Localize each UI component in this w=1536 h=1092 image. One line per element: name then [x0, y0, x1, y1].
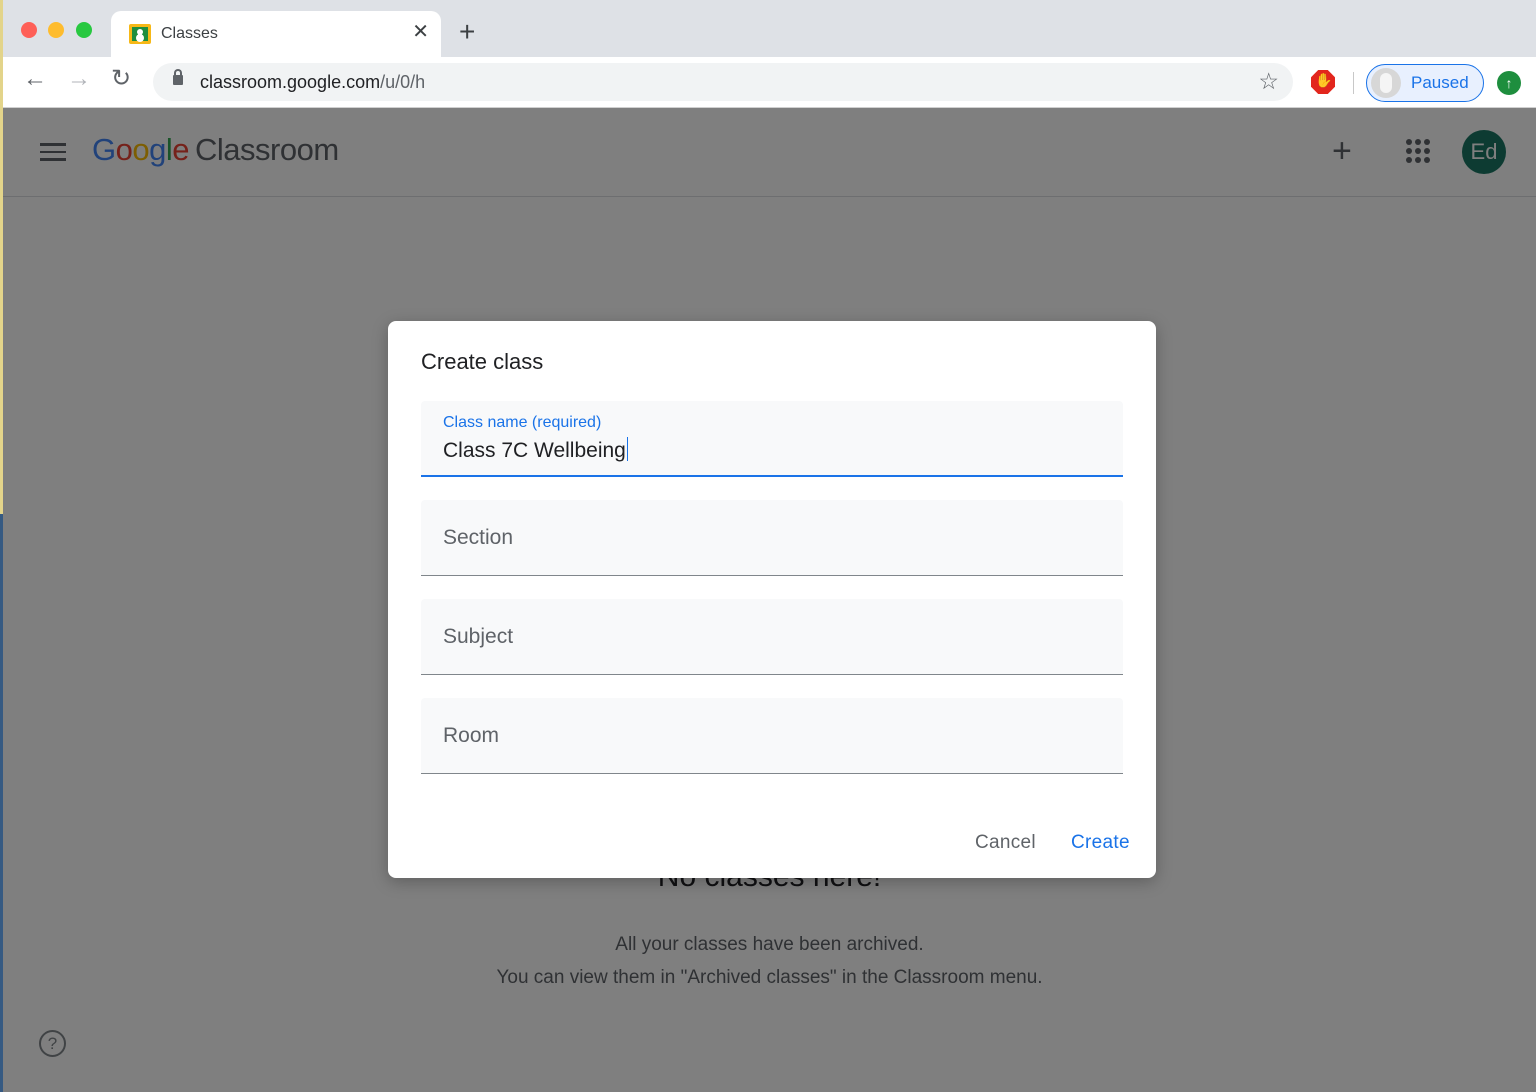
subject-placeholder: Subject: [443, 625, 514, 648]
close-window-button[interactable]: [21, 22, 37, 38]
tab-classes[interactable]: Classes ✕: [111, 11, 441, 57]
bookmark-star-icon[interactable]: ☆: [1258, 68, 1279, 95]
class-name-value: Class 7C Wellbeing: [443, 439, 626, 462]
address-bar[interactable]: classroom.google.com/u/0/h ☆: [153, 63, 1293, 101]
room-placeholder: Room: [443, 724, 500, 747]
section-placeholder: Section: [443, 526, 514, 549]
subject-field[interactable]: Subject: [421, 599, 1123, 675]
create-button[interactable]: Create: [1071, 832, 1130, 854]
minimize-window-button[interactable]: [48, 22, 64, 38]
tab-strip: Classes ✕ +: [3, 0, 1536, 57]
reload-button[interactable]: ↻: [111, 67, 131, 91]
class-name-field[interactable]: Class name (required) Class 7C Wellbeing: [421, 401, 1123, 477]
create-class-dialog: Create class Class name (required) Class…: [388, 321, 1156, 878]
forward-button[interactable]: →: [67, 67, 91, 91]
new-tab-button[interactable]: +: [459, 18, 475, 46]
url-host: classroom.google.com: [200, 72, 381, 92]
lock-icon[interactable]: [173, 69, 183, 85]
desktop-background: [0, 514, 3, 1092]
dialog-title: Create class: [421, 349, 544, 374]
profile-button[interactable]: Paused: [1366, 64, 1484, 102]
close-tab-icon[interactable]: ✕: [412, 22, 429, 42]
url-path: /u/0/h: [380, 72, 426, 92]
profile-avatar-icon: [1371, 68, 1401, 98]
back-button[interactable]: ←: [23, 67, 47, 91]
text-caret: [626, 437, 629, 461]
browser-toolbar: ← → ↻ classroom.google.com/u/0/h ☆: [3, 57, 1536, 108]
tab-title: Classes: [161, 25, 218, 42]
class-name-label: Class name (required): [443, 414, 602, 431]
google-classroom-icon: [129, 24, 151, 44]
cancel-button[interactable]: Cancel: [975, 832, 1036, 854]
profile-status-label: Paused: [1411, 73, 1469, 92]
browser-window: Classes ✕ + ← → ↻ classroom.google.com/u…: [0, 0, 1536, 1092]
section-field[interactable]: Section: [421, 500, 1123, 576]
toolbar-divider: [1353, 72, 1354, 94]
url-text[interactable]: classroom.google.com/u/0/h: [200, 72, 425, 93]
room-field[interactable]: Room: [421, 698, 1123, 774]
maximize-window-button[interactable]: [76, 22, 92, 38]
class-name-input[interactable]: Class 7C Wellbeing: [443, 437, 629, 463]
update-icon[interactable]: ↑: [1497, 71, 1521, 95]
